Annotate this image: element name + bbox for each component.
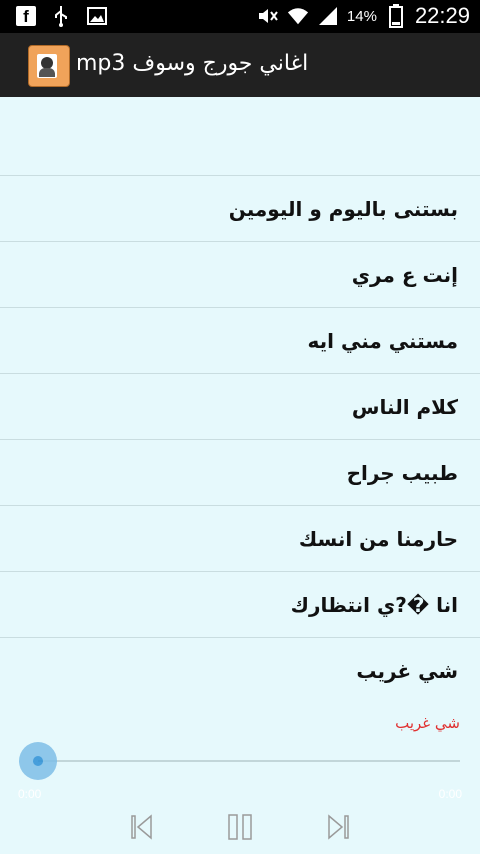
battery-icon — [385, 4, 407, 28]
wifi-icon — [287, 5, 309, 27]
remaining-time: 0:00 — [438, 787, 462, 801]
playlist: بستنى باليوم و اليومين إنت ع مري مستني م… — [0, 175, 480, 703]
image-icon — [86, 5, 108, 27]
skip-next-icon — [328, 814, 349, 840]
seek-bar[interactable] — [38, 760, 460, 762]
battery-percent: 14% — [346, 7, 377, 25]
usb-icon — [50, 5, 72, 27]
list-item[interactable]: بستنى باليوم و اليومين — [0, 175, 480, 241]
song-title: حارمنا من انسك — [298, 526, 458, 551]
app-title: اغاني جورج وسوف mp3 — [76, 51, 309, 76]
mute-icon — [257, 5, 279, 27]
song-title: بستنى باليوم و اليومين — [228, 196, 458, 221]
facebook-icon: f — [16, 6, 36, 26]
content-area: بستنى باليوم و اليومين إنت ع مري مستني م… — [0, 97, 480, 854]
pause-button[interactable] — [224, 811, 256, 843]
signal-icon — [317, 5, 339, 27]
list-item[interactable]: مستني مني ايه — [0, 307, 480, 373]
previous-button[interactable] — [126, 811, 158, 843]
pause-icon — [228, 814, 252, 840]
next-button[interactable] — [322, 811, 354, 843]
list-item[interactable]: إنت ع مري — [0, 241, 480, 307]
skip-previous-icon — [131, 814, 152, 840]
song-title: كلام الناس — [351, 394, 458, 419]
clock: 22:29 — [414, 3, 470, 28]
list-item[interactable]: حارمنا من انسك — [0, 505, 480, 571]
song-title: إنت ع مري — [351, 262, 458, 287]
list-item[interactable]: كلام الناس — [0, 373, 480, 439]
seek-thumb[interactable] — [19, 742, 57, 780]
list-item[interactable]: طبيب جراح — [0, 439, 480, 505]
elapsed-time: 0:00 — [18, 787, 42, 801]
song-title: طبيب جراح — [346, 460, 458, 485]
player-controls — [0, 811, 480, 851]
list-item[interactable]: انا �?ي انتظارك — [0, 571, 480, 637]
list-item[interactable]: شي غريب — [0, 637, 480, 703]
song-title: شي غريب — [356, 658, 458, 683]
now-playing-title: شي غريب — [395, 714, 460, 732]
song-title: انا �?ي انتظارك — [290, 592, 458, 617]
action-bar: اغاني جورج وسوف mp3 — [0, 33, 480, 98]
status-bar: f 14% 22:29 — [0, 0, 480, 33]
song-title: مستني مني ايه — [307, 328, 459, 353]
app-logo-icon[interactable] — [28, 45, 70, 87]
